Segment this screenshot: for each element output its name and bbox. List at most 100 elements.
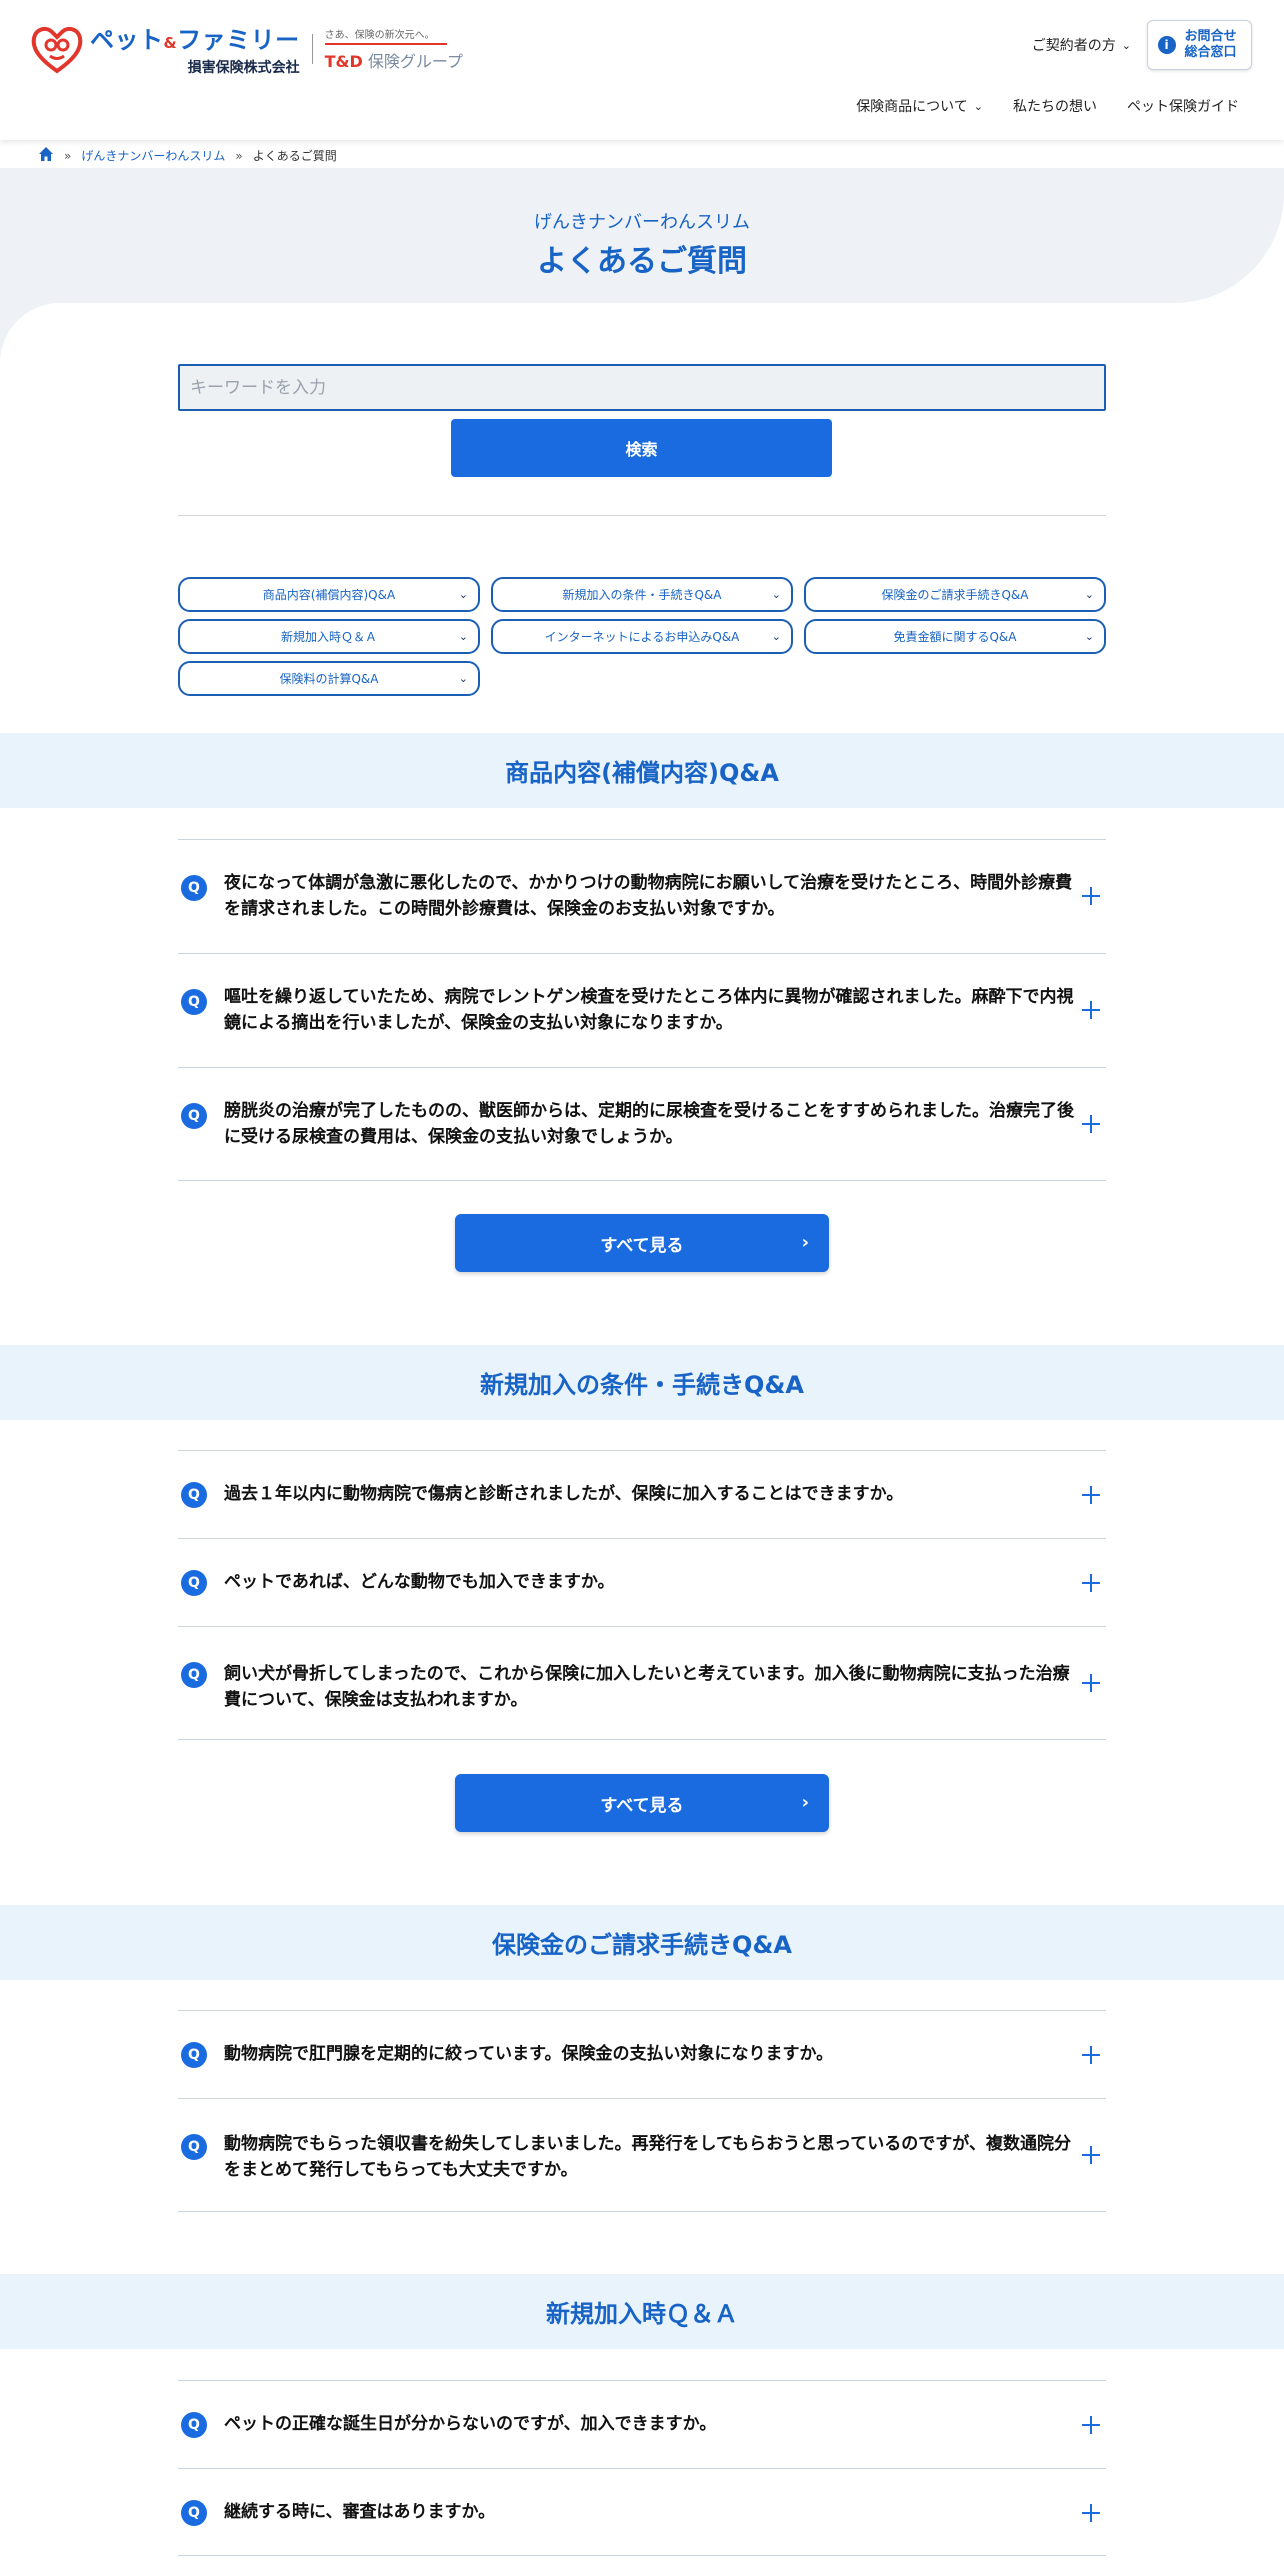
q-icon: Q bbox=[181, 989, 207, 1015]
plus-icon[interactable] bbox=[1082, 1574, 1100, 1592]
info-icon: i bbox=[1157, 36, 1176, 54]
chevron-down-icon: ⌄ bbox=[1084, 630, 1094, 643]
category-pill-label: 新規加入時Ｑ＆Ａ bbox=[280, 630, 377, 644]
section-title: 新規加入の条件・手続きQ&A bbox=[480, 1371, 804, 1399]
faq-item[interactable]: Q 嘔吐を繰り返していたため、病院でレントゲン検査を受けたところ体内に異物が確認… bbox=[178, 953, 1106, 1067]
category-pill-label: 保険料の計算Q&A bbox=[279, 672, 379, 686]
q-icon: Q bbox=[181, 2134, 207, 2160]
section-header-new-enrollment-conditions: 新規加入の条件・手続きQ&A bbox=[0, 1345, 1284, 1420]
logo-text: ペット&ファミリー 損害保険株式会社 bbox=[90, 20, 300, 77]
search-button[interactable]: 検索 bbox=[451, 419, 832, 477]
q-icon: Q bbox=[181, 1662, 207, 1688]
logo-divider bbox=[311, 33, 313, 64]
plus-icon[interactable] bbox=[1082, 2416, 1100, 2434]
contact-label-line2: 総合窓口 bbox=[1184, 45, 1237, 60]
category-pill-label: 免責金額に関するQ&A bbox=[893, 630, 1017, 644]
logo-name-part1: ペット bbox=[90, 26, 164, 54]
breadcrumb-current: よくあるご質問 bbox=[252, 149, 337, 163]
breadcrumb-home[interactable] bbox=[38, 146, 54, 165]
main-nav: 保険商品について ⌄ 私たちの想い ペット保険ガイド bbox=[826, 96, 1239, 116]
category-pill-new-enrollment-conditions[interactable]: 新規加入の条件・手続きQ&A ⌄ bbox=[491, 577, 793, 612]
category-pill-product-content[interactable]: 商品内容(補償内容)Q&A ⌄ bbox=[178, 577, 480, 612]
header-utility: ご契約者の方 ⌄ i お問合せ 総合窓口 bbox=[1032, 20, 1252, 70]
section-title: 商品内容(補償内容)Q&A bbox=[505, 759, 779, 787]
chevron-down-icon: ⌄ bbox=[1084, 588, 1094, 601]
breadcrumb: » げんきナンバーわんスリム » よくあるご質問 bbox=[38, 146, 337, 165]
page-hero: げんきナンバーわんスリム よくあるご質問 bbox=[0, 168, 1284, 303]
chevron-down-icon: ⌄ bbox=[1121, 38, 1131, 52]
category-pill-premium-calculation[interactable]: 保険料の計算Q&A ⌄ bbox=[178, 661, 480, 696]
breadcrumb-separator: » bbox=[235, 148, 243, 163]
plus-icon[interactable] bbox=[1082, 1001, 1100, 1019]
contact-button-label: お問合せ 総合窓口 bbox=[1180, 29, 1242, 61]
td-brand: T&D bbox=[324, 51, 363, 71]
category-pill-internet-application[interactable]: インターネットによるお申込みQ&A ⌄ bbox=[491, 619, 793, 654]
category-pill-label: インターネットによるお申込みQ&A bbox=[544, 630, 740, 644]
chevron-down-icon: ⌄ bbox=[458, 672, 468, 685]
page-subtitle: げんきナンバーわんスリム bbox=[534, 212, 750, 233]
td-group-name: 保険グループ bbox=[367, 51, 463, 71]
chevron-down-icon: ⌄ bbox=[771, 588, 781, 601]
td-tagline: さあ、保険の新次元へ。 bbox=[324, 26, 447, 45]
q-icon: Q bbox=[181, 1570, 207, 1596]
view-all-button[interactable]: すべて見る › bbox=[455, 1774, 829, 1832]
q-icon: Q bbox=[181, 2500, 207, 2526]
faq-item[interactable]: Q 動物病院でもらった領収書を紛失してしまいました。再発行をしてもらおうと思って… bbox=[178, 2098, 1106, 2212]
nav-label-guide: ペット保険ガイド bbox=[1127, 99, 1239, 115]
category-pill-claim-procedure[interactable]: 保険金のご請求手続きQ&A ⌄ bbox=[804, 577, 1106, 612]
faq-item[interactable]: Q 過去１年以内に動物病院で傷病と診断されましたが、保険に加入することはできます… bbox=[178, 1450, 1106, 1538]
plus-icon[interactable] bbox=[1082, 1674, 1100, 1692]
faq-question: 飼い犬が骨折してしまったので、これから保険に加入したいと考えています。加入後に動… bbox=[224, 1664, 1070, 1710]
chevron-down-icon: ⌄ bbox=[771, 630, 781, 643]
chevron-down-icon: ⌄ bbox=[458, 588, 468, 601]
breadcrumb-link[interactable]: げんきナンバーわんスリム bbox=[81, 147, 225, 164]
faq-question: 過去１年以内に動物病院で傷病と診断されましたが、保険に加入することはできますか。 bbox=[224, 1484, 904, 1504]
category-pill-label: 保険金のご請求手続きQ&A bbox=[881, 588, 1029, 602]
site-logo[interactable]: ペット&ファミリー 損害保険株式会社 さあ、保険の新次元へ。 T&D 保険グルー… bbox=[30, 20, 463, 77]
nav-item-products[interactable]: 保険商品について ⌄ bbox=[856, 96, 983, 116]
faq-item[interactable]: Q 夜になって体調が急激に悪化したので、かかりつけの動物病院にお願いして治療を受… bbox=[178, 839, 1106, 953]
search-input[interactable] bbox=[178, 364, 1106, 411]
logo-name-part2: ファミリー bbox=[177, 26, 300, 54]
faq-item[interactable]: Q 継続する時に、審査はありますか。 bbox=[178, 2468, 1106, 2556]
divider bbox=[178, 515, 1106, 516]
faq-question: 継続する時に、審査はありますか。 bbox=[224, 2502, 496, 2522]
view-all-button[interactable]: すべて見る › bbox=[455, 1214, 829, 1272]
site-header: ペット&ファミリー 損害保険株式会社 さあ、保険の新次元へ。 T&D 保険グルー… bbox=[0, 0, 1284, 140]
plus-icon[interactable] bbox=[1082, 2146, 1100, 2164]
faq-question: ペットの正確な誕生日が分からないのですが、加入できますか。 bbox=[224, 2414, 717, 2434]
plus-icon[interactable] bbox=[1082, 2046, 1100, 2064]
faq-question: 膀胱炎の治療が完了したものの、獣医師からは、定期的に尿検査を受けることをすすめら… bbox=[224, 1101, 1074, 1147]
plus-icon[interactable] bbox=[1082, 887, 1100, 905]
pet-family-logo-icon bbox=[31, 26, 83, 73]
faq-question: 動物病院で肛門腺を定期的に絞っています。保険金の支払い対象になりますか。 bbox=[224, 2044, 834, 2064]
logo-company-name: ペット&ファミリー bbox=[90, 20, 300, 55]
faq-item[interactable]: Q 膀胱炎の治療が完了したものの、獣医師からは、定期的に尿検査を受けることをすす… bbox=[178, 1067, 1106, 1181]
contact-button[interactable]: i お問合せ 総合窓口 bbox=[1147, 20, 1252, 70]
faq-item[interactable]: Q 動物病院で肛門腺を定期的に絞っています。保険金の支払い対象になりますか。 bbox=[178, 2010, 1106, 2098]
section-header-new-enrollment: 新規加入時Ｑ＆Ａ bbox=[0, 2274, 1284, 2349]
nav-item-our-thoughts[interactable]: 私たちの想い bbox=[1013, 96, 1097, 116]
category-pill-new-enrollment[interactable]: 新規加入時Ｑ＆Ａ ⌄ bbox=[178, 619, 480, 654]
category-pill-label: 新規加入の条件・手続きQ&A bbox=[562, 588, 722, 602]
q-icon: Q bbox=[181, 2042, 207, 2068]
section-title: 新規加入時Ｑ＆Ａ bbox=[546, 2300, 738, 2328]
category-pill-label: 商品内容(補償内容)Q&A bbox=[262, 588, 396, 602]
q-icon: Q bbox=[181, 1482, 207, 1508]
category-pill-deductible[interactable]: 免責金額に関するQ&A ⌄ bbox=[804, 619, 1106, 654]
nav-item-pet-insurance-guide[interactable]: ペット保険ガイド bbox=[1127, 96, 1239, 116]
faq-question: ペットであれば、どんな動物でも加入できますか。 bbox=[224, 1572, 615, 1592]
chevron-down-icon: ⌄ bbox=[458, 630, 468, 643]
chevron-right-icon: › bbox=[801, 1792, 809, 1813]
faq-item[interactable]: Q ペットであれば、どんな動物でも加入できますか。 bbox=[178, 1538, 1106, 1626]
faq-item[interactable]: Q ペットの正確な誕生日が分からないのですが、加入できますか。 bbox=[178, 2380, 1106, 2468]
faq-item[interactable]: Q 飼い犬が骨折してしまったので、これから保険に加入したいと考えています。加入後… bbox=[178, 1626, 1106, 1740]
q-icon: Q bbox=[181, 875, 207, 901]
section-header-product-content: 商品内容(補償内容)Q&A bbox=[0, 733, 1284, 808]
plus-icon[interactable] bbox=[1082, 1115, 1100, 1133]
plus-icon[interactable] bbox=[1082, 2504, 1100, 2522]
contractor-menu-link[interactable]: ご契約者の方 ⌄ bbox=[1032, 35, 1131, 55]
plus-icon[interactable] bbox=[1082, 1486, 1100, 1504]
nav-label-products: 保険商品について bbox=[856, 99, 968, 115]
q-icon: Q bbox=[181, 2412, 207, 2438]
